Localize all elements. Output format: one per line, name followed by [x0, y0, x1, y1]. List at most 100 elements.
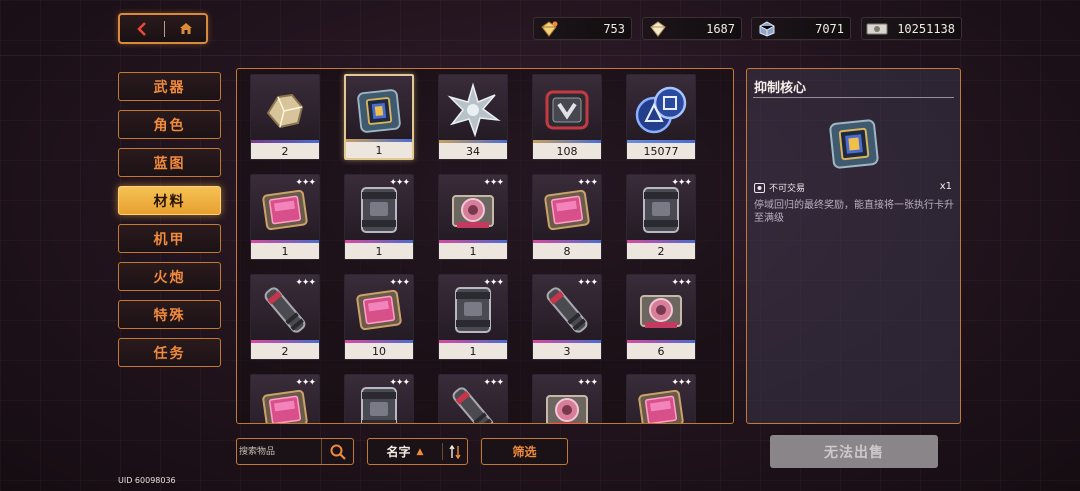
- rarity-stars-icon: ✦✦✦: [295, 378, 316, 388]
- sort-order-button[interactable]: [443, 444, 467, 459]
- item-count: 6: [627, 343, 695, 359]
- trade-status-label: 不可交易: [769, 184, 806, 194]
- sort-order-icon: [449, 444, 461, 459]
- search-icon: [330, 444, 346, 460]
- item-slot[interactable]: ✦✦✦ 1: [344, 174, 414, 260]
- item-slot[interactable]: ✦✦✦: [250, 374, 320, 423]
- item-slot[interactable]: 2: [250, 74, 320, 160]
- item-slot[interactable]: 108: [532, 74, 602, 160]
- item-description: 停域回归的最终奖励，能直接将一张执行卡升至满级: [754, 200, 954, 224]
- item-slot[interactable]: 1: [344, 74, 414, 160]
- back-arrow-icon: [137, 21, 146, 36]
- currency-value: 10251138: [897, 21, 955, 36]
- gold-crystal-icon: [538, 20, 560, 38]
- emblem-icon: [533, 75, 601, 145]
- item-grid[interactable]: 2 1 34 108 15077 ✦✦✦ 1 ✦✦✦ 1 ✦✦✦ 1 ✦✦✦ 8 ✦✦✦ 2 ✦✦✦ 2 ✦✦✦ 1…: [236, 68, 734, 424]
- blue-dice-icon: [627, 75, 695, 145]
- item-slot[interactable]: ✦✦✦ 2: [250, 274, 320, 360]
- home-button[interactable]: [165, 15, 206, 42]
- rarity-stars-icon: ✦✦✦: [577, 278, 598, 288]
- item-detail-panel: 抑制核心 不可交易 x1 停域回归的最终奖励，能直接将一张执行卡升至满级: [746, 68, 961, 424]
- sort-field-button[interactable]: 名字 ▲: [368, 443, 442, 460]
- nav-buttons: [118, 13, 208, 44]
- item-slot[interactable]: ✦✦✦ 1: [438, 274, 508, 360]
- item-count: 1: [251, 243, 319, 259]
- item-slot[interactable]: 34: [438, 74, 508, 160]
- gold-ore-icon: [251, 75, 319, 145]
- no-trade-icon: [754, 182, 765, 193]
- item-slot[interactable]: ✦✦✦ 2: [626, 174, 696, 260]
- item-slot[interactable]: ✦✦✦ 6: [626, 274, 696, 360]
- filter-button[interactable]: 筛选: [481, 438, 568, 465]
- rarity-stars-icon: ✦✦✦: [295, 178, 316, 188]
- item-slot[interactable]: ✦✦✦ 10: [344, 274, 414, 360]
- item-count: 1: [346, 142, 412, 158]
- rarity-stars-icon: ✦✦✦: [577, 378, 598, 388]
- rarity-stars-icon: ✦✦✦: [483, 178, 504, 188]
- item-slot[interactable]: ✦✦✦ 1: [250, 174, 320, 260]
- home-icon: [179, 23, 192, 34]
- rarity-stars-icon: ✦✦✦: [389, 178, 410, 188]
- currency-value: 7071: [815, 21, 844, 36]
- currency-item: 7071: [751, 17, 851, 40]
- category-tab[interactable]: 机甲: [118, 224, 221, 253]
- sell-button[interactable]: 无法出售: [770, 435, 938, 468]
- back-button[interactable]: [120, 15, 164, 42]
- item-count: 2: [251, 343, 319, 359]
- currency-item: 753: [533, 17, 632, 40]
- item-slot[interactable]: ✦✦✦ 1: [438, 174, 508, 260]
- category-tab[interactable]: 材料: [118, 186, 221, 215]
- trade-status: 不可交易: [754, 181, 805, 194]
- item-count: 1: [439, 343, 507, 359]
- search-input[interactable]: [239, 441, 321, 462]
- suppression-core-icon: [346, 76, 412, 146]
- item-slot[interactable]: ✦✦✦: [438, 374, 508, 423]
- sort-control: 名字 ▲: [367, 438, 468, 465]
- category-tab[interactable]: 火炮: [118, 262, 221, 291]
- category-tab[interactable]: 特殊: [118, 300, 221, 329]
- rarity-stars-icon: ✦✦✦: [389, 378, 410, 388]
- crystal-star-icon: [439, 75, 507, 145]
- rarity-stars-icon: ✦✦✦: [577, 178, 598, 188]
- detail-item-image: [825, 115, 883, 173]
- currency-value: 1687: [706, 21, 735, 36]
- blue-cube-icon: [756, 20, 778, 38]
- rarity-stars-icon: ✦✦✦: [389, 278, 410, 288]
- user-id: UID 60098036: [118, 476, 176, 485]
- rarity-stars-icon: ✦✦✦: [671, 378, 692, 388]
- item-count: 2: [251, 143, 319, 159]
- item-count: 8: [533, 243, 601, 259]
- cash-icon: [866, 20, 888, 38]
- currency-value: 753: [603, 21, 625, 36]
- item-count: 3: [533, 343, 601, 359]
- rarity-stars-icon: ✦✦✦: [483, 278, 504, 288]
- triangle-up-icon: ▲: [416, 446, 424, 457]
- item-count: 2: [627, 243, 695, 259]
- item-count: 1: [345, 243, 413, 259]
- item-slot[interactable]: ✦✦✦: [532, 374, 602, 423]
- item-count: 1: [439, 243, 507, 259]
- item-title: 抑制核心: [754, 81, 807, 96]
- detail-divider: [753, 97, 954, 98]
- rarity-stars-icon: ✦✦✦: [483, 378, 504, 388]
- category-tab[interactable]: 任务: [118, 338, 221, 367]
- item-count: 15077: [627, 143, 695, 159]
- currency-item: 10251138: [861, 17, 962, 40]
- search-box: [236, 438, 354, 465]
- search-button[interactable]: [321, 439, 353, 464]
- item-slot[interactable]: ✦✦✦ 3: [532, 274, 602, 360]
- item-slot[interactable]: 15077: [626, 74, 696, 160]
- item-slot[interactable]: ✦✦✦ 8: [532, 174, 602, 260]
- item-slot[interactable]: ✦✦✦: [626, 374, 696, 423]
- category-tab[interactable]: 角色: [118, 110, 221, 139]
- header-divider: [0, 55, 1080, 56]
- category-tab[interactable]: 蓝图: [118, 148, 221, 177]
- rarity-stars-icon: ✦✦✦: [671, 178, 692, 188]
- item-slot[interactable]: ✦✦✦: [344, 374, 414, 423]
- item-count: 34: [439, 143, 507, 159]
- category-tab[interactable]: 武器: [118, 72, 221, 101]
- item-quantity: x1: [939, 181, 952, 192]
- currency-item: 1687: [642, 17, 742, 40]
- item-count: 10: [345, 343, 413, 359]
- rarity-stars-icon: ✦✦✦: [295, 278, 316, 288]
